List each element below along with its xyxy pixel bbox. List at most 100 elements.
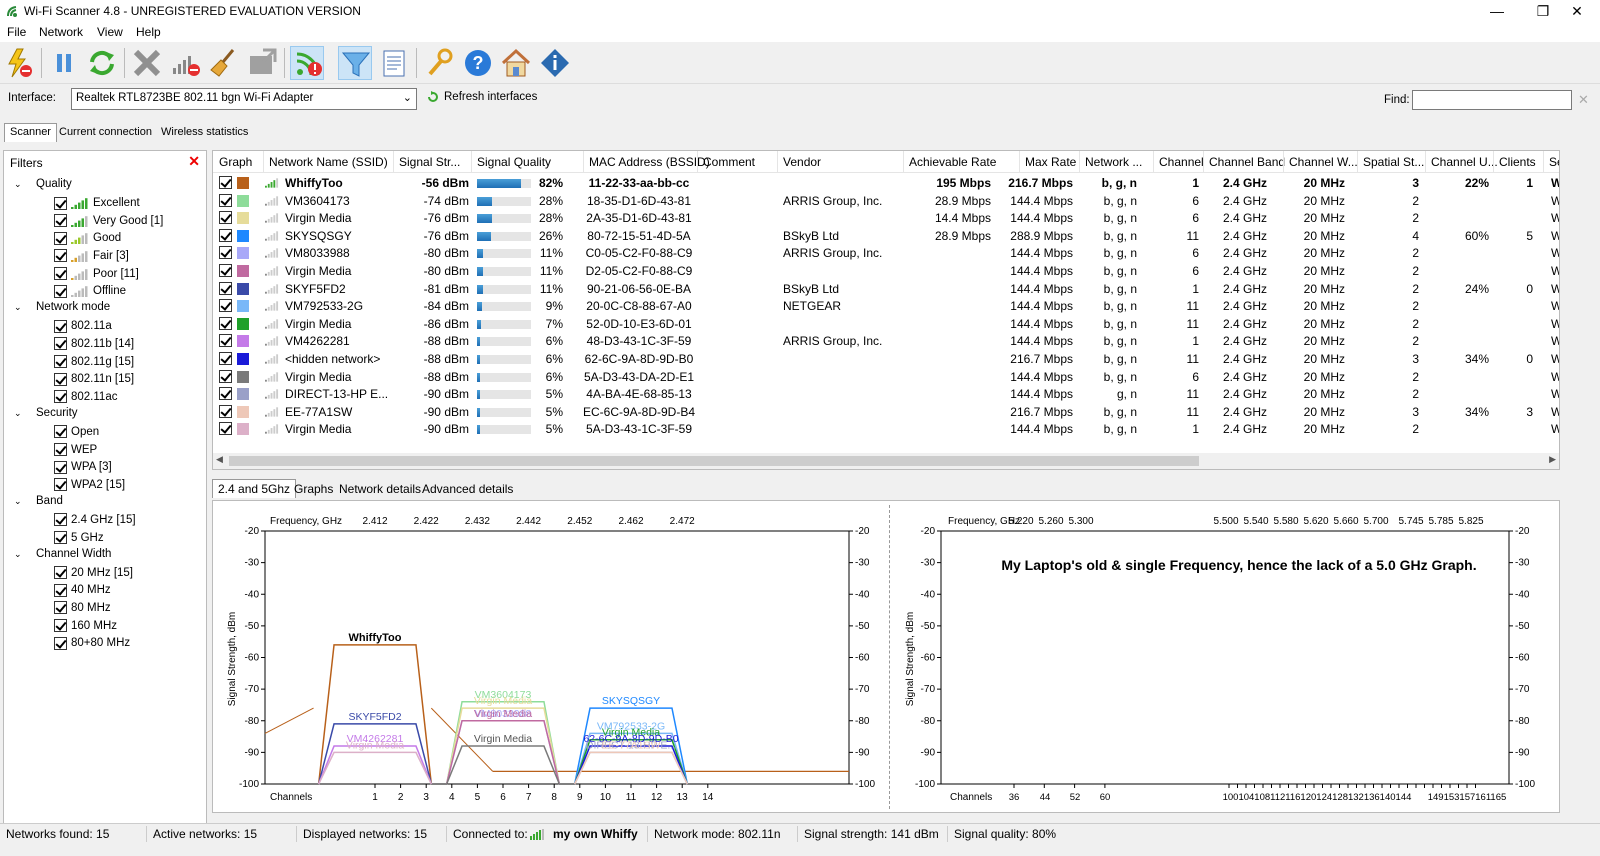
tab-scanner[interactable]: Scanner [4, 123, 57, 142]
table-row[interactable]: Virgin Media -88 dBm 6% 5A-D3-43-DA-2D-E1 14… [213, 368, 1559, 386]
menu-file[interactable]: File [7, 25, 26, 39]
filter-group[interactable]: ⌄ Channel Width [14, 548, 111, 560]
clear-find-icon[interactable]: ✕ [1578, 92, 1589, 108]
row-checkbox[interactable] [219, 352, 232, 365]
filter-item[interactable]: Very Good [1] [54, 214, 163, 228]
pause-icon[interactable] [47, 46, 81, 80]
row-checkbox[interactable] [219, 299, 232, 313]
filter-checkbox[interactable] [54, 513, 67, 527]
filter-item[interactable]: 80+80 MHz [54, 636, 130, 650]
filter-item[interactable]: Excellent [54, 196, 140, 210]
graph-color-swatch[interactable] [237, 388, 249, 401]
row-checkbox[interactable] [219, 228, 232, 242]
chevron-down-icon[interactable]: ⌄ [14, 408, 24, 419]
filter-item[interactable]: 80 MHz [54, 601, 111, 615]
refresh-interfaces-button[interactable]: Refresh interfaces [426, 90, 537, 104]
column-header[interactable]: Se [1549, 155, 1559, 169]
column-header[interactable]: Clients [1499, 155, 1536, 169]
filter-checkbox[interactable] [54, 267, 67, 280]
filter-item[interactable]: 802.11a [54, 319, 112, 333]
minimize-button[interactable]: — [1474, 0, 1520, 22]
table-row[interactable]: Virgin Media -76 dBm 28% 2A-35-D1-6D-43-81 1… [213, 209, 1559, 227]
table-row[interactable]: VM4262281 -88 dBm 6% 48-D3-43-1C-3F-59 ARRIS… [213, 332, 1559, 350]
chevron-down-icon[interactable]: ⌄ [14, 179, 24, 190]
table-row[interactable]: Virgin Media -86 dBm 7% 52-0D-10-E3-6D-01 14… [213, 315, 1559, 333]
filter-checkbox[interactable] [54, 372, 67, 386]
chevron-down-icon[interactable]: ⌄ [14, 302, 24, 313]
tab-2-4-and-5ghz[interactable]: 2.4 and 5Ghz [212, 479, 297, 498]
menu-help[interactable]: Help [136, 25, 161, 39]
graph-color-swatch[interactable] [237, 265, 249, 277]
filter-item[interactable]: 802.11b [14] [54, 337, 134, 351]
menu-network[interactable]: Network [39, 25, 83, 39]
table-row[interactable]: SKYSQSGY -76 dBm 26% 80-72-15-51-4D-5A BSkyB… [213, 227, 1559, 245]
tab-graphs[interactable]: Graphs [289, 480, 338, 498]
filter-checkbox[interactable] [54, 566, 67, 580]
column-header[interactable]: Signal Str... [399, 155, 460, 169]
column-header[interactable]: MAC Address (BSSID) [589, 155, 710, 169]
table-row[interactable]: VM792533-2G -84 dBm 9% 20-0C-C8-88-67-A0 NET… [213, 297, 1559, 315]
filter-item[interactable]: 40 MHz [54, 583, 111, 597]
scroll-thumb[interactable] [229, 456, 1199, 466]
export-icon[interactable] [245, 46, 279, 80]
filter-checkbox[interactable] [54, 319, 67, 333]
filter-group[interactable]: ⌄ Band [14, 495, 63, 507]
filter-checkbox[interactable] [54, 231, 67, 245]
filter-item[interactable]: 2.4 GHz [15] [54, 513, 136, 527]
table-row[interactable]: EE-77A1SW -90 dBm 5% EC-6C-9A-8D-9D-B4 216.7… [213, 403, 1559, 421]
filter-item[interactable]: Offline [54, 284, 126, 298]
column-header[interactable]: Channel Band [1209, 155, 1285, 169]
table-row[interactable]: VM3604173 -74 dBm 28% 18-35-D1-6D-43-81 ARRI… [213, 192, 1559, 210]
stop-scan-icon[interactable] [3, 46, 37, 80]
filter-item[interactable]: WEP [54, 443, 97, 456]
row-checkbox[interactable] [219, 422, 232, 436]
graph-color-swatch[interactable] [237, 177, 249, 189]
filter-item[interactable]: Open [54, 425, 99, 439]
table-row[interactable]: Virgin Media -80 dBm 11% D2-05-C2-F0-88-C9 1… [213, 262, 1559, 280]
filter-item[interactable]: Fair [3] [54, 249, 129, 263]
column-header[interactable]: Channel U... [1431, 155, 1498, 169]
broom-icon[interactable] [207, 46, 241, 80]
filter-checkbox[interactable] [54, 583, 67, 597]
filter-checkbox[interactable] [54, 460, 67, 474]
row-checkbox[interactable] [219, 246, 232, 260]
graph-color-swatch[interactable] [237, 229, 249, 242]
filter-item[interactable]: WPA2 [15] [54, 478, 125, 492]
menu-view[interactable]: View [97, 25, 123, 39]
column-header[interactable]: Channel [1159, 155, 1204, 169]
filter-group[interactable]: ⌄ Quality [14, 178, 72, 190]
filter-checkbox[interactable] [54, 196, 67, 210]
chevron-down-icon[interactable]: ⌄ [14, 549, 24, 560]
filter-checkbox[interactable] [54, 478, 67, 492]
column-header[interactable]: Spatial St... [1363, 155, 1424, 169]
filter-checkbox[interactable] [54, 214, 67, 228]
column-header[interactable]: Network ... [1085, 155, 1142, 169]
close-icon[interactable]: ✕ [188, 153, 200, 170]
column-header[interactable]: Graph [219, 155, 252, 169]
row-checkbox[interactable] [219, 193, 232, 207]
graph-color-swatch[interactable] [237, 353, 249, 365]
filter-checkbox[interactable] [54, 337, 67, 351]
find-input[interactable] [1412, 90, 1572, 110]
filter-checkbox[interactable] [54, 636, 67, 650]
clear-icon[interactable] [130, 46, 164, 80]
about-icon[interactable] [538, 46, 572, 80]
filter-item[interactable]: Poor [11] [54, 267, 139, 280]
filter-item[interactable]: 802.11g [15] [54, 355, 134, 368]
table-row[interactable]: <hidden network> -88 dBm 6% 62-6C-9A-8D-9D-… [213, 350, 1559, 368]
filter-checkbox[interactable] [54, 355, 67, 368]
tab-current-connection[interactable]: Current connection [54, 124, 157, 142]
interface-select[interactable]: Realtek RTL8723BE 802.11 bgn Wi-Fi Adapt… [71, 88, 417, 110]
filter-group[interactable]: ⌄ Network mode [14, 301, 110, 313]
tab-network-details[interactable]: Network details [334, 480, 426, 498]
row-checkbox[interactable] [219, 334, 232, 348]
graph-color-swatch[interactable] [237, 370, 249, 383]
filter-icon[interactable] [338, 46, 372, 80]
graph-color-swatch[interactable] [237, 317, 249, 330]
rss-alert-icon[interactable] [290, 46, 324, 80]
filter-checkbox[interactable] [54, 443, 67, 456]
settings-icon[interactable] [422, 46, 456, 80]
graph-color-swatch[interactable] [237, 335, 249, 348]
chevron-down-icon[interactable]: ⌄ [14, 496, 24, 507]
graph-color-swatch[interactable] [237, 212, 249, 225]
